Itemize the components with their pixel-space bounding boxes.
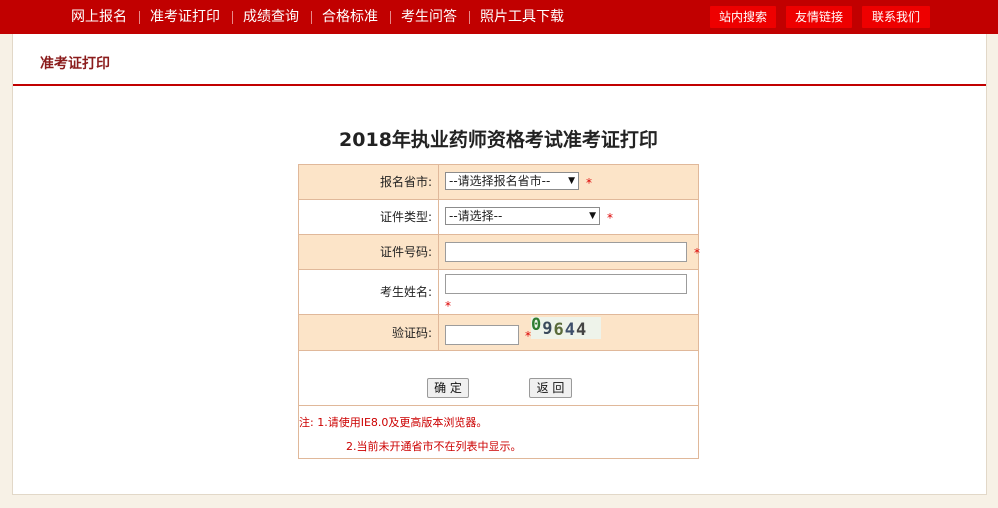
id-number-label: 证件号码: <box>299 235 439 269</box>
id-number-row: 证件号码: * <box>299 235 700 270</box>
nav-pass-standard[interactable]: 合格标准 <box>322 0 378 34</box>
form-title: 2018年执业药师资格考试准考证打印 <box>339 129 658 151</box>
captcha-image[interactable]: 09644 <box>531 315 601 340</box>
panel-header: 准考证打印 <box>13 34 986 86</box>
captcha-label: 验证码: <box>299 315 439 350</box>
top-nav-bar: 网上报名 准考证打印 成绩查询 合格标准 考生问答 照片工具下载 站内搜索 友情… <box>0 0 998 34</box>
id-type-label: 证件类型: <box>299 200 439 234</box>
back-button[interactable]: 返 回 <box>529 378 572 398</box>
candidate-name-row: 考生姓名: * <box>299 270 698 315</box>
id-number-input[interactable] <box>445 242 687 262</box>
contact-us-button[interactable]: 联系我们 <box>862 6 930 28</box>
captcha-input[interactable] <box>445 325 519 345</box>
note-line-2: 2.当前未开通省市不在列表中显示。 <box>346 440 522 453</box>
site-search-button[interactable]: 站内搜索 <box>710 6 776 28</box>
province-row: 报名省市: --请选择报名省市-- ▼ * <box>299 165 698 200</box>
confirm-button[interactable]: 确 定 <box>427 378 469 398</box>
nav-score-query[interactable]: 成绩查询 <box>243 0 299 34</box>
id-type-select[interactable]: --请选择-- ▼ <box>445 207 600 225</box>
candidate-name-label: 考生姓名: <box>299 270 439 314</box>
ticket-form: 报名省市: --请选择报名省市-- ▼ * 证件类型: --请选择-- ▼ * … <box>298 164 700 459</box>
panel-title: 准考证打印 <box>40 56 110 72</box>
required-mark: * <box>607 211 613 225</box>
nav-admission-ticket-print[interactable]: 准考证打印 <box>150 0 220 34</box>
required-mark: * <box>586 176 592 190</box>
required-mark: * <box>694 246 700 260</box>
nav-separator <box>139 11 140 24</box>
id-type-row: 证件类型: --请选择-- ▼ * <box>299 200 698 235</box>
note-line-1: 注: 1.请使用IE8.0及更高版本浏览器。 <box>299 416 488 429</box>
dropdown-arrow-icon: ▼ <box>589 211 596 221</box>
nav-photo-tool-download[interactable]: 照片工具下载 <box>480 0 564 34</box>
friend-links-button[interactable]: 友情链接 <box>786 6 852 28</box>
button-row: 确 定 返 回 <box>299 351 698 406</box>
dropdown-arrow-icon: ▼ <box>568 176 575 186</box>
nav-separator <box>469 11 470 24</box>
captcha-row: 验证码: * 09644 <box>299 315 698 351</box>
nav-separator <box>311 11 312 24</box>
nav-separator <box>390 11 391 24</box>
province-select[interactable]: --请选择报名省市-- ▼ <box>445 172 579 190</box>
candidate-name-input[interactable] <box>445 274 687 294</box>
nav-separator <box>232 11 233 24</box>
nav-candidate-qa[interactable]: 考生问答 <box>401 0 457 34</box>
nav-online-registration[interactable]: 网上报名 <box>71 0 127 34</box>
province-label: 报名省市: <box>299 165 439 199</box>
required-mark: * <box>445 299 451 313</box>
